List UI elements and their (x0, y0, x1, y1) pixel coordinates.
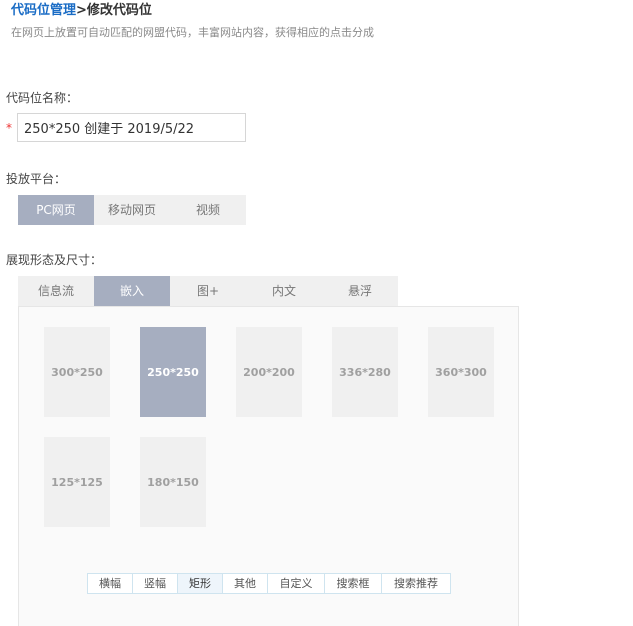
filter-search-box[interactable]: 搜索框 (325, 574, 382, 593)
breadcrumb-ad-slot-management-link[interactable]: 代码位管理 (11, 3, 76, 18)
platform-label: 投放平台： (6, 172, 67, 186)
size-option-336x280[interactable]: 336*280 (332, 327, 398, 417)
breadcrumb-current-page: 修改代码位 (86, 3, 152, 18)
breadcrumb-separator: > (76, 3, 87, 18)
size-option-250x250[interactable]: 250*250 (140, 327, 206, 417)
filter-banner[interactable]: 横幅 (88, 574, 133, 593)
filter-search-recommend[interactable]: 搜索推荐 (382, 574, 450, 593)
tab-feed[interactable]: 信息流 (18, 276, 94, 306)
ad-slot-name-input[interactable] (17, 113, 246, 142)
tab-floating[interactable]: 悬浮 (322, 276, 398, 306)
platform-option-mobile-web[interactable]: 移动网页 (94, 195, 170, 225)
size-option-300x250[interactable]: 300*250 (44, 327, 110, 417)
size-option-200x200[interactable]: 200*200 (236, 327, 302, 417)
size-option-180x150[interactable]: 180*150 (140, 437, 206, 527)
tab-in-text[interactable]: 内文 (246, 276, 322, 306)
breadcrumb: 代码位管理>修改代码位 (11, 3, 152, 19)
display-format-tabs: 信息流 嵌入 图+ 内文 悬浮 (18, 276, 398, 306)
size-option-125x125[interactable]: 125*125 (44, 437, 110, 527)
ad-slot-name-label: 代码位名称： (6, 91, 79, 105)
display-format-label: 展现形态及尺寸： (6, 253, 103, 267)
filter-rectangle[interactable]: 矩形 (178, 574, 223, 593)
edit-ad-slot-page: 代码位管理>修改代码位 在网页上放置可自动匹配的网盟代码，丰富网站内容，获得相应… (0, 0, 633, 626)
filter-other[interactable]: 其他 (223, 574, 268, 593)
size-category-filter: 横幅 竖幅 矩形 其他 自定义 搜索框 搜索推荐 (87, 573, 451, 594)
platform-option-video[interactable]: 视频 (170, 195, 246, 225)
platform-option-pc-web[interactable]: PC网页 (18, 195, 94, 225)
tab-embed[interactable]: 嵌入 (94, 276, 170, 306)
tab-image-plus[interactable]: 图+ (170, 276, 246, 306)
filter-vertical[interactable]: 竖幅 (133, 574, 178, 593)
platform-selector: PC网页 移动网页 视频 (18, 195, 246, 225)
size-option-360x300[interactable]: 360*300 (428, 327, 494, 417)
required-mark: * (6, 121, 12, 135)
filter-custom[interactable]: 自定义 (268, 574, 325, 593)
page-description: 在网页上放置可自动匹配的网盟代码，丰富网站内容，获得相应的点击分成 (11, 26, 374, 39)
